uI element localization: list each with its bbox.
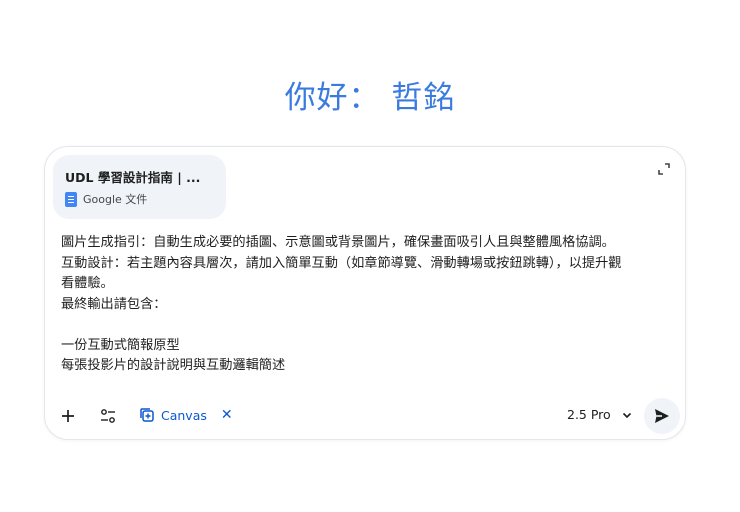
prompt-line: 互動設計：若主題內容具層次，請加入簡單互動（如章節導覽、滑動轉場或按鈕跳轉），以… (61, 255, 622, 271)
attachment-type: Google 文件 (83, 193, 148, 206)
prompt-text[interactable]: 圖片生成指引：自動生成必要的插圖、示意圖或背景圖片，確保畫面吸引人且與整體風格協… (61, 233, 661, 377)
send-button[interactable] (644, 398, 680, 434)
chevron-down-icon (622, 412, 631, 418)
attachment-title: UDL 學習設計指南 | ... (65, 170, 201, 185)
canvas-label: Canvas (161, 407, 207, 423)
model-selector[interactable]: 2.5 Pro (567, 407, 633, 422)
prompt-line: 每張投影片的設計說明與互動邏輯簡述 (61, 358, 286, 373)
prompt-line: 圖片生成指引：自動生成必要的插圖、示意圖或背景圖片，確保畫面吸引人且與整體風格協… (61, 235, 615, 250)
add-button[interactable] (53, 401, 83, 431)
model-label: 2.5 Pro (567, 407, 611, 422)
google-docs-icon (65, 191, 77, 207)
canvas-chip[interactable]: Canvas ✕ (139, 407, 233, 423)
prompt-line: 一份互動式簡報原型 (61, 337, 180, 353)
input-toolbar: Canvas ✕ 2.5 Pro (45, 398, 685, 434)
tools-button[interactable] (93, 401, 123, 431)
prompt-line: 最終輸出請包含： (61, 296, 167, 312)
prompt-line (61, 315, 661, 336)
expand-icon[interactable] (657, 161, 671, 175)
canvas-close-icon[interactable]: ✕ (221, 407, 233, 423)
prompt-line: 看體驗。 (61, 276, 114, 291)
plus-icon (62, 410, 74, 422)
attachment-source: Google 文件 (65, 191, 147, 207)
prompt-card: UDL 學習設計指南 | ... Google 文件 圖片生成指引：自動生成必要… (44, 146, 686, 440)
tools-sliders-icon (101, 409, 115, 423)
attachment-chip[interactable]: UDL 學習設計指南 | ... Google 文件 (53, 155, 226, 219)
canvas-icon (140, 408, 154, 422)
send-icon (655, 409, 669, 423)
greeting-heading: 你好： 哲銘 (284, 80, 456, 116)
